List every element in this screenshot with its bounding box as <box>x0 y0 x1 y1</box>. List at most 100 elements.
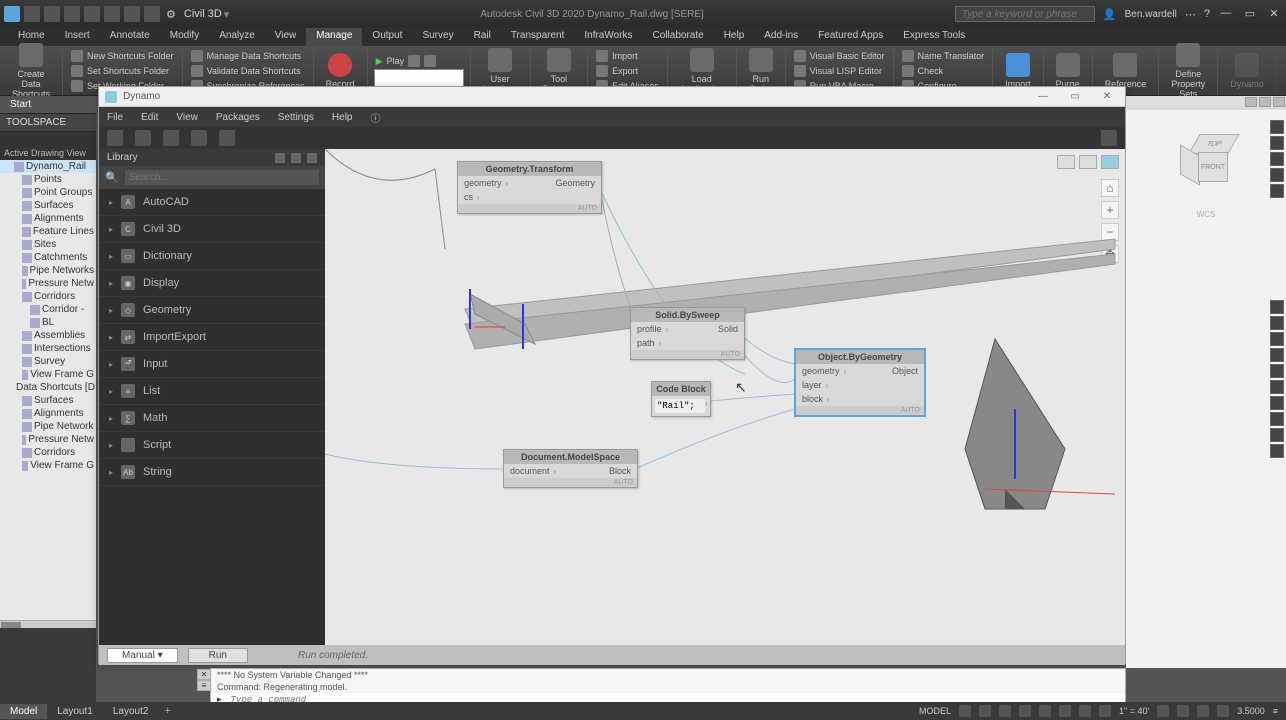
dynamo-canvas[interactable]: RAIL_PLACEMENT_01.dyn*✕ ⌂ + − ✥ <box>325 149 1125 645</box>
tree-item[interactable]: Dynamo_Rail <box>0 160 96 173</box>
ribbon-tab-survey[interactable]: Survey <box>412 28 463 46</box>
fit-icon[interactable]: ⌂ <box>1101 179 1119 197</box>
ribbon-tab-help[interactable]: Help <box>714 28 755 46</box>
port-in-path[interactable]: path› <box>631 336 674 350</box>
ortho-icon[interactable] <box>999 705 1011 717</box>
restore-icon[interactable]: ▭ <box>1242 7 1258 21</box>
active-drawing-view-label[interactable]: Active Drawing View <box>0 146 96 160</box>
pan-icon[interactable]: ✥ <box>1101 245 1119 263</box>
dynamo-open-icon[interactable] <box>135 130 151 146</box>
dynamo-save-icon[interactable] <box>163 130 179 146</box>
nav-pan-icon[interactable] <box>1270 136 1284 150</box>
macro-combo[interactable] <box>374 69 464 87</box>
reference-button[interactable]: Reference <box>1099 51 1153 91</box>
tree-item[interactable]: Assemblies <box>0 329 96 342</box>
viewcube-front[interactable]: FRONT <box>1198 152 1228 182</box>
lwt-icon[interactable] <box>1079 705 1091 717</box>
dynamo-new-icon[interactable] <box>107 130 123 146</box>
dynamo-menu-edit[interactable]: Edit <box>141 112 158 123</box>
tree-item[interactable]: BL <box>0 316 96 329</box>
define-property-sets-button[interactable]: Define Property Sets <box>1165 41 1211 101</box>
ribbon-tab-annotate[interactable]: Annotate <box>100 28 160 46</box>
tool-h-icon[interactable] <box>1270 412 1284 426</box>
ribbon-tab-view[interactable]: View <box>265 28 307 46</box>
dynamo-menu-packages[interactable]: Packages <box>216 112 260 123</box>
transparency-icon[interactable] <box>1099 705 1111 717</box>
tool-i-icon[interactable] <box>1270 428 1284 442</box>
help-icon[interactable]: ? <box>1204 8 1210 20</box>
tool-c-icon[interactable] <box>1270 332 1284 346</box>
lib-category-importexport[interactable]: ▸⇄ImportExport <box>99 324 325 351</box>
visual-lisp-editor-button[interactable]: Visual LISP Editor <box>792 64 887 78</box>
nav-orbit-icon[interactable] <box>1270 168 1284 182</box>
tree-item[interactable]: Pipe Network <box>0 420 96 433</box>
start-tab[interactable]: Start <box>0 96 96 114</box>
saveas-icon[interactable] <box>84 6 100 22</box>
lib-category-list[interactable]: ▸≡List <box>99 378 325 405</box>
visual-basic-editor-button[interactable]: Visual Basic Editor <box>792 49 887 63</box>
node-object-bygeometry[interactable]: Object.ByGeometry geometry› layer› block… <box>795 349 925 416</box>
tree-item[interactable]: Surfaces <box>0 199 96 212</box>
play-button[interactable]: ▶Play <box>374 54 464 68</box>
tree-item[interactable]: Alignments <box>0 212 96 225</box>
tree-item[interactable]: Pressure Netw <box>0 433 96 446</box>
ribbon-tab-collaborate[interactable]: Collaborate <box>643 28 714 46</box>
tree-item[interactable]: Pressure Netw <box>0 277 96 290</box>
ribbon-tab-infraworks[interactable]: InfraWorks <box>574 28 642 46</box>
port-out-solid[interactable]: Solid <box>712 322 744 336</box>
dynamo-info-icon[interactable]: ⓘ <box>371 110 381 125</box>
dynamo-minimize-icon[interactable]: — <box>1031 91 1055 102</box>
layout-tab-layout2[interactable]: Layout2 <box>103 704 159 719</box>
create-data-shortcuts-button[interactable]: Create Data Shortcuts <box>6 41 56 101</box>
lib-category-autocad[interactable]: ▸AAutoCAD <box>99 189 325 216</box>
nav-showm-icon[interactable] <box>1270 184 1284 198</box>
viewcube[interactable]: TOP FRONT <box>1176 130 1236 190</box>
layout-tab-layout1[interactable]: Layout1 <box>47 704 103 719</box>
polar-icon[interactable] <box>1019 705 1031 717</box>
scale-value[interactable]: 3.5000 <box>1237 706 1265 716</box>
port-in-geometry2[interactable]: geometry› <box>796 364 852 378</box>
tree-item[interactable]: Feature Lines <box>0 225 96 238</box>
tree-scrollbar[interactable] <box>0 620 96 628</box>
units-icon[interactable] <box>1217 705 1229 717</box>
port-in-cs[interactable]: cs› <box>458 190 514 204</box>
osnap-icon[interactable] <box>1039 705 1051 717</box>
ribbon-tab-analyze[interactable]: Analyze <box>209 28 265 46</box>
tree-item[interactable]: Pipe Networks <box>0 264 96 277</box>
tool-a-icon[interactable] <box>1270 300 1284 314</box>
check-button[interactable]: Check <box>900 64 987 78</box>
ribbon-tab-insert[interactable]: Insert <box>55 28 100 46</box>
tree-item[interactable]: Surfaces <box>0 394 96 407</box>
nav-zoom-icon[interactable] <box>1270 152 1284 166</box>
run-mode-combo[interactable]: Manual ▾ <box>107 648 178 663</box>
command-line[interactable]: ✕≡ **** No System Variable Changed **** … <box>210 668 1126 702</box>
port-in-layer[interactable]: layer› <box>796 378 852 392</box>
new-shortcuts-folder-button[interactable]: New Shortcuts Folder <box>69 49 176 63</box>
dynamo-undo-icon[interactable] <box>191 130 207 146</box>
run-button[interactable]: Run <box>188 648 248 663</box>
zoom-in-icon[interactable]: + <box>1101 201 1119 219</box>
zoom-out-icon[interactable]: − <box>1101 223 1119 241</box>
otrack-icon[interactable] <box>1059 705 1071 717</box>
geom-view-icon[interactable] <box>1057 155 1075 169</box>
tool-d-icon[interactable] <box>1270 348 1284 362</box>
user-label[interactable]: Ben.wardell <box>1125 9 1177 20</box>
lib-category-math[interactable]: ▸∑Math <box>99 405 325 432</box>
ribbon-tab-express-tools[interactable]: Express Tools <box>893 28 975 46</box>
dynamo-menu-help[interactable]: Help <box>332 112 353 123</box>
node-solid-bysweep[interactable]: Solid.BySweep profile› path› Solid AUTO <box>630 307 745 360</box>
tree-item[interactable]: View Frame G <box>0 459 96 472</box>
modelspace-toggle[interactable]: MODEL <box>919 706 951 716</box>
grid-icon[interactable] <box>959 705 971 717</box>
dynamo-menu-file[interactable]: File <box>107 112 123 123</box>
gear-icon-status[interactable] <box>1157 705 1169 717</box>
both-view-icon[interactable] <box>1101 155 1119 169</box>
lib-category-civil3d[interactable]: ▸CCivil 3D <box>99 216 325 243</box>
annomon-icon[interactable] <box>1197 705 1209 717</box>
ribbon-tab-modify[interactable]: Modify <box>160 28 209 46</box>
exchange-icon[interactable]: ⋯ <box>1185 8 1196 21</box>
tool-g-icon[interactable] <box>1270 396 1284 410</box>
tool-j-icon[interactable] <box>1270 444 1284 458</box>
lib-category-dictionary[interactable]: ▸▭Dictionary <box>99 243 325 270</box>
redo-icon[interactable] <box>144 6 160 22</box>
